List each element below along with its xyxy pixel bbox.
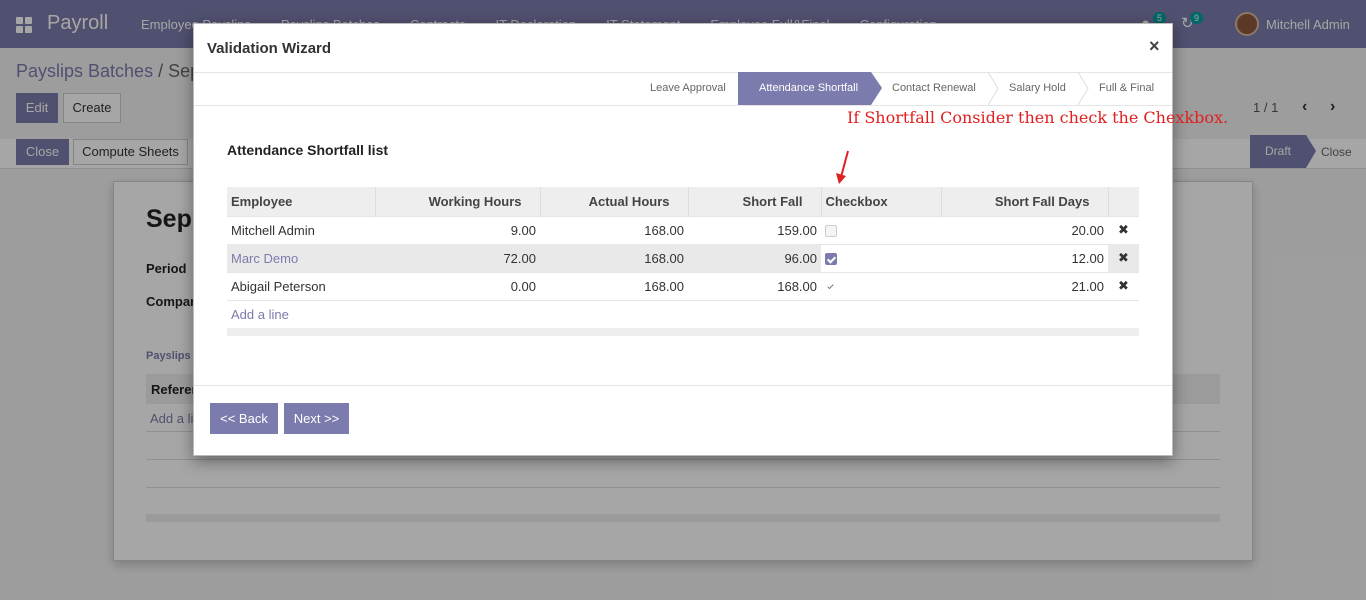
shortfall-table: Employee Working Hours Actual Hours Shor… bbox=[227, 187, 1139, 328]
column-short-fall[interactable]: Short Fall bbox=[688, 187, 822, 216]
table-footer bbox=[227, 328, 1139, 336]
working-hours-cell[interactable]: 0.00 bbox=[375, 271, 540, 300]
delete-row-icon[interactable]: ✖ bbox=[1108, 243, 1139, 272]
column-short-fall-days[interactable]: Short Fall Days bbox=[941, 187, 1109, 216]
short-fall-cell[interactable]: 96.00 bbox=[688, 243, 821, 272]
shortfall-checkbox[interactable] bbox=[825, 253, 837, 266]
column-checkbox[interactable]: Checkbox bbox=[821, 187, 942, 216]
short-fall-days-cell[interactable]: 21.00 bbox=[941, 271, 1108, 300]
shortfall-checkbox[interactable] bbox=[825, 225, 837, 238]
annotation-note: If Shortfall Consider then check the Che… bbox=[847, 108, 1229, 127]
delete-row-icon[interactable]: ✖ bbox=[1108, 215, 1139, 244]
actual-hours-cell[interactable]: 168.00 bbox=[540, 243, 688, 272]
checkbox-cell bbox=[821, 215, 941, 244]
actual-hours-cell[interactable]: 168.00 bbox=[540, 271, 688, 300]
employee-cell[interactable]: Mitchell Admin bbox=[227, 215, 375, 244]
dialog-title: Validation Wizard bbox=[207, 40, 332, 57]
column-working-hours[interactable]: Working Hours bbox=[375, 187, 541, 216]
employee-cell[interactable]: Marc Demo bbox=[227, 243, 375, 272]
short-fall-cell[interactable]: 159.00 bbox=[688, 215, 821, 244]
back-button[interactable]: << Back bbox=[210, 403, 278, 434]
step-salary-hold[interactable]: Salary Hold bbox=[1009, 72, 1066, 105]
working-hours-cell[interactable]: 72.00 bbox=[375, 243, 540, 272]
wizard-steps: Leave Approval Attendance Shortfall Cont… bbox=[194, 72, 1172, 106]
checkbox-cell bbox=[821, 271, 941, 300]
divider bbox=[194, 385, 1172, 386]
next-button[interactable]: Next >> bbox=[284, 403, 349, 434]
working-hours-cell[interactable]: 9.00 bbox=[375, 215, 540, 244]
step-separator-icon bbox=[987, 72, 999, 105]
shortfall-list-title: Attendance Shortfall list bbox=[227, 142, 389, 158]
annotation-arrow-icon bbox=[836, 150, 849, 184]
close-icon[interactable]: × bbox=[1149, 36, 1160, 57]
delete-row-icon[interactable]: ✖ bbox=[1108, 271, 1139, 300]
employee-cell[interactable]: Abigail Peterson bbox=[227, 271, 375, 300]
short-fall-cell[interactable]: 168.00 bbox=[688, 271, 821, 300]
table-row[interactable]: Abigail Peterson 0.00 168.00 168.00 21.0… bbox=[227, 271, 1139, 300]
step-attendance-shortfall[interactable]: Attendance Shortfall bbox=[738, 72, 882, 105]
column-actual-hours[interactable]: Actual Hours bbox=[540, 187, 689, 216]
step-separator-icon bbox=[1077, 72, 1089, 105]
actual-hours-cell[interactable]: 168.00 bbox=[540, 215, 688, 244]
column-actions bbox=[1108, 187, 1139, 216]
step-full-final[interactable]: Full & Final bbox=[1099, 72, 1154, 105]
step-leave-approval[interactable]: Leave Approval bbox=[650, 72, 726, 105]
shortfall-checkbox[interactable] bbox=[825, 281, 837, 293]
table-row[interactable]: Mitchell Admin 9.00 168.00 159.00 20.00 … bbox=[227, 215, 1139, 244]
checkbox-cell bbox=[821, 243, 941, 272]
short-fall-days-cell[interactable]: 12.00 bbox=[941, 243, 1108, 272]
column-employee[interactable]: Employee bbox=[227, 187, 376, 216]
add-line-link[interactable]: Add a line bbox=[231, 307, 289, 322]
step-contact-renewal[interactable]: Contact Renewal bbox=[892, 72, 976, 105]
short-fall-days-cell[interactable]: 20.00 bbox=[941, 215, 1108, 244]
table-row[interactable]: Marc Demo 72.00 168.00 96.00 12.00 ✖ bbox=[227, 243, 1139, 272]
validation-wizard-dialog: Validation Wizard × Leave Approval Atten… bbox=[193, 23, 1228, 456]
add-line-row: Add a line bbox=[227, 299, 1139, 328]
